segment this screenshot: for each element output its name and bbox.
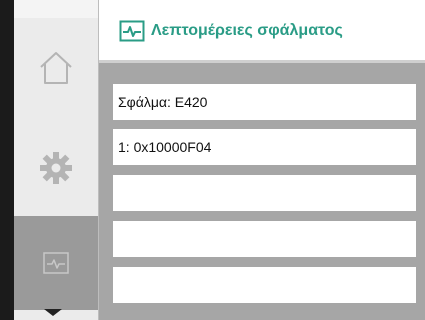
chevron-down-icon[interactable] [44,309,62,316]
list-item[interactable] [113,175,416,211]
sidebar-item-settings[interactable] [14,120,98,216]
list-item[interactable]: 1: 0x10000F04 [113,129,416,165]
page-title: Λεπτομέρειες σφάλματος [151,22,343,39]
monitor-pulse-icon [119,20,145,42]
gear-icon [40,152,72,184]
sidebar-top-strip [14,0,98,18]
sidebar-item-home[interactable] [14,18,98,118]
monitor-pulse-icon [43,252,69,274]
list-item[interactable]: Σφάλμα: E420 [113,84,416,120]
list-item[interactable] [113,267,416,303]
sidebar-item-diagnostics[interactable] [14,216,98,310]
details-panel: Σφάλμα: E420 1: 0x10000F04 [99,63,425,320]
list-item[interactable] [113,221,416,257]
header: Λεπτομέρειες σφάλματος [99,0,425,63]
home-icon [40,52,72,84]
device-bezel [0,0,14,320]
